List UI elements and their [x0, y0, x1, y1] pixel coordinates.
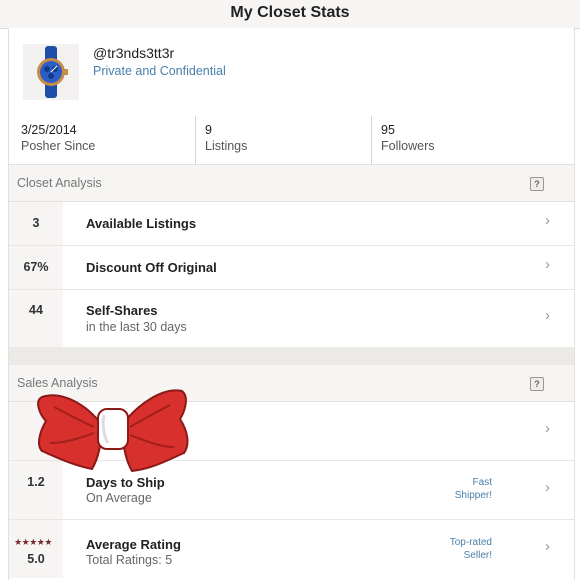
stat-value: 9	[205, 123, 212, 137]
row-subtitle: in the last 30 days	[86, 320, 187, 334]
section-divider	[9, 347, 574, 365]
stat-listings[interactable]: 9 Listings	[195, 116, 372, 164]
fast-shipper-badge: Fast Shipper!	[455, 476, 492, 502]
profile-section: @tr3nds3tt3r Private and Confidential	[9, 28, 574, 116]
chevron-right-icon: ›	[545, 420, 550, 437]
row-value: 3	[32, 216, 40, 230]
username[interactable]: @tr3nds3tt3r	[93, 45, 174, 61]
row-title: Discount Off Original	[86, 260, 217, 275]
row-title: Average Rating	[86, 537, 181, 552]
stat-label: Posher Since	[21, 139, 96, 153]
row-average-rating[interactable]: ★★★★★ 5.0 Average Rating Total Ratings: …	[9, 520, 574, 578]
row-value: 5.0	[27, 552, 45, 566]
row-self-shares[interactable]: 44 Self-Shares in the last 30 days ›	[9, 290, 574, 347]
badge-line: Fast	[472, 477, 492, 488]
chevron-right-icon: ›	[545, 479, 550, 496]
row-value-cell	[9, 520, 63, 578]
row-discount-off-original[interactable]: 67% Discount Off Original ›	[9, 246, 574, 290]
chevron-right-icon: ›	[545, 212, 550, 229]
privacy-note: Private and Confidential	[93, 64, 226, 78]
row-value: 44	[29, 303, 43, 317]
rating-stars-icon: ★★★★★	[14, 537, 52, 547]
badge-line: Seller!	[463, 550, 492, 561]
row-title: Self-Shares	[86, 303, 158, 318]
help-icon[interactable]: ?	[530, 377, 544, 391]
stat-label: Followers	[381, 139, 435, 153]
row-title: Available Listings	[86, 216, 197, 231]
chevron-right-icon: ›	[545, 307, 550, 324]
row-value-cell	[9, 290, 63, 347]
section-title: Closet Analysis	[17, 176, 102, 190]
chevron-right-icon: ›	[545, 256, 550, 273]
red-bow-sticker-icon	[37, 389, 189, 473]
row-value: 1.2	[27, 475, 45, 489]
avatar[interactable]	[23, 44, 79, 100]
row-subtitle: On Average	[86, 491, 152, 505]
top-rated-seller-badge: Top-rated Seller!	[450, 536, 492, 562]
closet-summary-stats: 3/25/2014 Posher Since 9 Listings 95 Fol…	[9, 116, 574, 165]
badge-line: Top-rated	[449, 537, 492, 548]
row-subtitle: Total Ratings: 5	[86, 553, 173, 567]
stat-value: 3/25/2014	[21, 123, 77, 137]
row-value: 67%	[23, 260, 49, 274]
closet-stats-panel: @tr3nds3tt3r Private and Confidential 3/…	[8, 28, 575, 580]
page-header: My Closet Stats	[0, 0, 580, 29]
stat-label: Listings	[205, 139, 248, 153]
page-title: My Closet Stats	[230, 4, 350, 21]
row-title: Days to Ship	[86, 475, 165, 490]
row-available-listings[interactable]: 3 Available Listings ›	[9, 202, 574, 246]
closet-analysis-header: Closet Analysis ?	[9, 165, 574, 202]
watch-icon	[37, 46, 68, 98]
stat-followers[interactable]: 95 Followers	[371, 116, 574, 164]
stat-value: 95	[381, 123, 395, 137]
chevron-right-icon: ›	[545, 538, 550, 555]
stat-posher-since: 3/25/2014 Posher Since	[9, 116, 195, 164]
help-icon[interactable]: ?	[530, 177, 544, 191]
badge-line: Shipper!	[454, 490, 492, 501]
